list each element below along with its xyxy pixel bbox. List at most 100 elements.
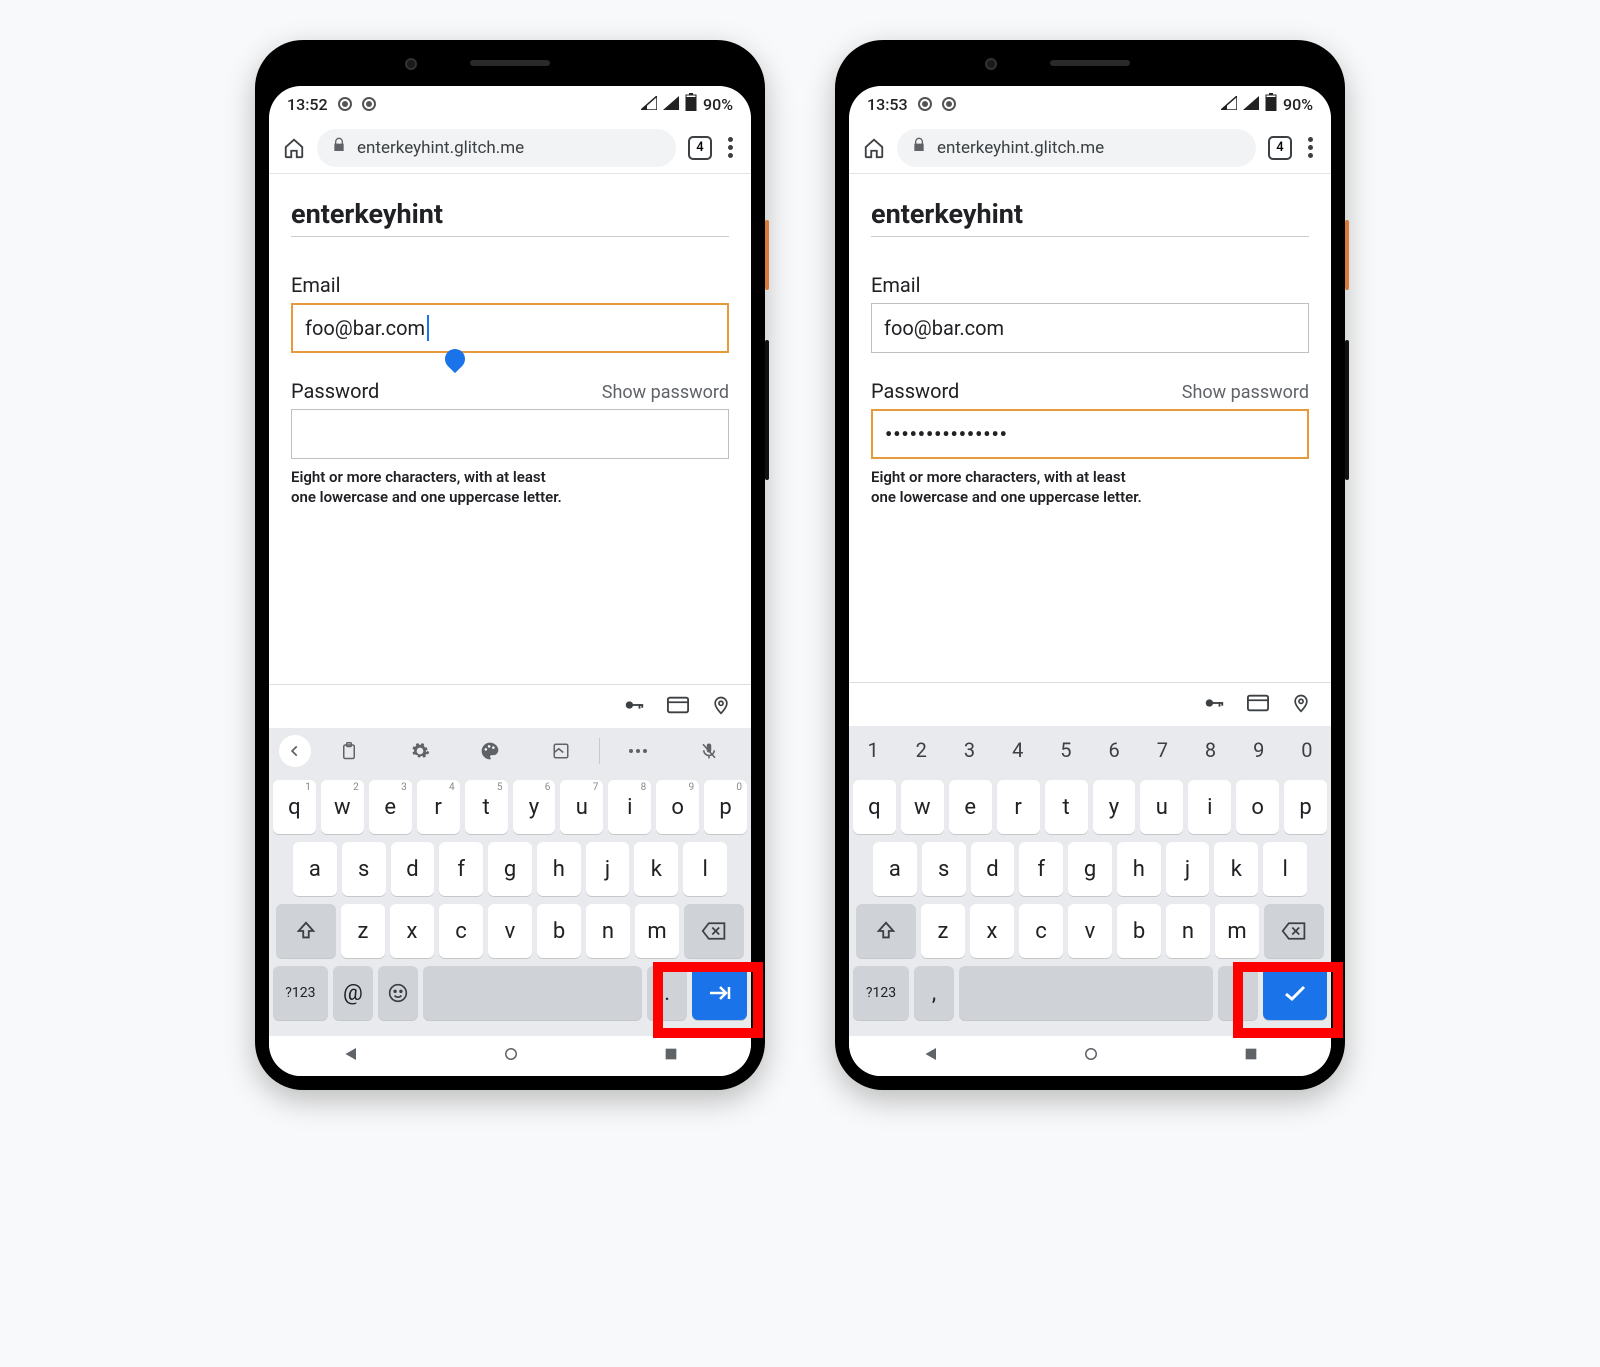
show-password-toggle[interactable]: Show password xyxy=(1182,382,1309,403)
enter-key[interactable] xyxy=(1263,966,1327,1020)
extra-key-1[interactable]: @ xyxy=(333,966,373,1020)
key-q[interactable]: q1 xyxy=(273,780,316,834)
key-l[interactable]: l xyxy=(1263,842,1307,896)
tab-switcher[interactable]: 4 xyxy=(688,136,712,160)
key-4[interactable]: 4 xyxy=(994,726,1042,774)
clipboard-icon[interactable] xyxy=(317,741,382,761)
overflow-menu-icon[interactable] xyxy=(1304,137,1317,158)
show-password-toggle[interactable]: Show password xyxy=(602,382,729,403)
home-icon[interactable] xyxy=(283,137,305,159)
address-bar[interactable]: enterkeyhint.glitch.me xyxy=(897,129,1256,167)
key-e[interactable]: e3 xyxy=(369,780,412,834)
key-d[interactable]: d xyxy=(391,842,435,896)
key-f[interactable]: f xyxy=(1019,842,1063,896)
key-o[interactable]: o9 xyxy=(656,780,699,834)
key-6[interactable]: 6 xyxy=(1090,726,1138,774)
key-k[interactable]: k xyxy=(1214,842,1258,896)
payment-card-icon[interactable] xyxy=(1247,694,1269,716)
nav-home-icon[interactable] xyxy=(1082,1045,1100,1067)
key-u[interactable]: u7 xyxy=(560,780,603,834)
key-2[interactable]: 2 xyxy=(897,726,945,774)
key-m[interactable]: m xyxy=(635,904,679,958)
overflow-menu-icon[interactable] xyxy=(724,137,737,158)
key-3[interactable]: 3 xyxy=(945,726,993,774)
key-y[interactable]: y xyxy=(1093,780,1136,834)
backspace-key[interactable] xyxy=(1264,904,1324,958)
nav-recent-icon[interactable] xyxy=(1243,1046,1259,1066)
backspace-key[interactable] xyxy=(684,904,744,958)
address-pin-icon[interactable] xyxy=(711,693,731,721)
nav-back-icon[interactable] xyxy=(921,1045,939,1067)
mic-muted-icon[interactable] xyxy=(677,740,742,762)
key-a[interactable]: a xyxy=(293,842,337,896)
key-x[interactable]: x xyxy=(970,904,1014,958)
symbols-key[interactable]: ?123 xyxy=(273,966,328,1020)
tab-switcher[interactable]: 4 xyxy=(1268,136,1292,160)
home-icon[interactable] xyxy=(863,137,885,159)
key-w[interactable]: w2 xyxy=(321,780,364,834)
email-field[interactable]: foo@bar.com xyxy=(871,303,1309,353)
key-t[interactable]: t xyxy=(1045,780,1088,834)
key-n[interactable]: n xyxy=(1166,904,1210,958)
key-h[interactable]: h xyxy=(537,842,581,896)
key-x[interactable]: x xyxy=(390,904,434,958)
key-b[interactable]: b xyxy=(1117,904,1161,958)
key-d[interactable]: d xyxy=(971,842,1015,896)
key-c[interactable]: c xyxy=(439,904,483,958)
period-key[interactable]: . xyxy=(1218,966,1258,1020)
nav-home-icon[interactable] xyxy=(502,1045,520,1067)
key-j[interactable]: j xyxy=(1166,842,1210,896)
key-s[interactable]: s xyxy=(342,842,386,896)
key-1[interactable]: 1 xyxy=(849,726,897,774)
spacebar[interactable] xyxy=(423,966,642,1020)
key-c[interactable]: c xyxy=(1019,904,1063,958)
key-j[interactable]: j xyxy=(586,842,630,896)
key-g[interactable]: g xyxy=(488,842,532,896)
cursor-handle[interactable] xyxy=(441,345,469,373)
key-n[interactable]: n xyxy=(586,904,630,958)
key-f[interactable]: f xyxy=(439,842,483,896)
key-b[interactable]: b xyxy=(537,904,581,958)
toolbar-collapse-icon[interactable] xyxy=(279,735,311,767)
key-g[interactable]: g xyxy=(1068,842,1112,896)
key-e[interactable]: e xyxy=(949,780,992,834)
key-y[interactable]: y6 xyxy=(513,780,556,834)
key-p[interactable]: p0 xyxy=(704,780,747,834)
key-l[interactable]: l xyxy=(683,842,727,896)
email-field[interactable]: foo@bar.com xyxy=(291,303,729,353)
key-7[interactable]: 7 xyxy=(1138,726,1186,774)
payment-card-icon[interactable] xyxy=(667,696,689,718)
nav-recent-icon[interactable] xyxy=(663,1046,679,1066)
password-key-icon[interactable] xyxy=(623,694,645,720)
key-q[interactable]: q xyxy=(853,780,896,834)
key-r[interactable]: r4 xyxy=(417,780,460,834)
key-v[interactable]: v xyxy=(1068,904,1112,958)
spacebar[interactable] xyxy=(959,966,1213,1020)
extra-key-1[interactable]: , xyxy=(914,966,954,1020)
key-0[interactable]: 0 xyxy=(1283,726,1331,774)
address-bar[interactable]: enterkeyhint.glitch.me xyxy=(317,129,676,167)
emoji-key[interactable] xyxy=(378,966,418,1020)
password-field[interactable] xyxy=(291,409,729,459)
settings-gear-icon[interactable] xyxy=(388,741,453,761)
key-a[interactable]: a xyxy=(873,842,917,896)
key-5[interactable]: 5 xyxy=(1042,726,1090,774)
theme-palette-icon[interactable] xyxy=(458,741,523,761)
key-9[interactable]: 9 xyxy=(1235,726,1283,774)
key-8[interactable]: 8 xyxy=(1186,726,1234,774)
sticker-icon[interactable] xyxy=(529,742,594,760)
key-o[interactable]: o xyxy=(1236,780,1279,834)
key-m[interactable]: m xyxy=(1215,904,1259,958)
key-p[interactable]: p xyxy=(1284,780,1327,834)
key-w[interactable]: w xyxy=(901,780,944,834)
key-k[interactable]: k xyxy=(634,842,678,896)
key-u[interactable]: u xyxy=(1140,780,1183,834)
password-field[interactable]: ••••••••••••••• xyxy=(871,409,1309,459)
password-key-icon[interactable] xyxy=(1203,692,1225,718)
key-t[interactable]: t5 xyxy=(465,780,508,834)
key-i[interactable]: i xyxy=(1188,780,1231,834)
address-pin-icon[interactable] xyxy=(1291,691,1311,719)
key-z[interactable]: z xyxy=(341,904,385,958)
key-r[interactable]: r xyxy=(997,780,1040,834)
key-s[interactable]: s xyxy=(922,842,966,896)
